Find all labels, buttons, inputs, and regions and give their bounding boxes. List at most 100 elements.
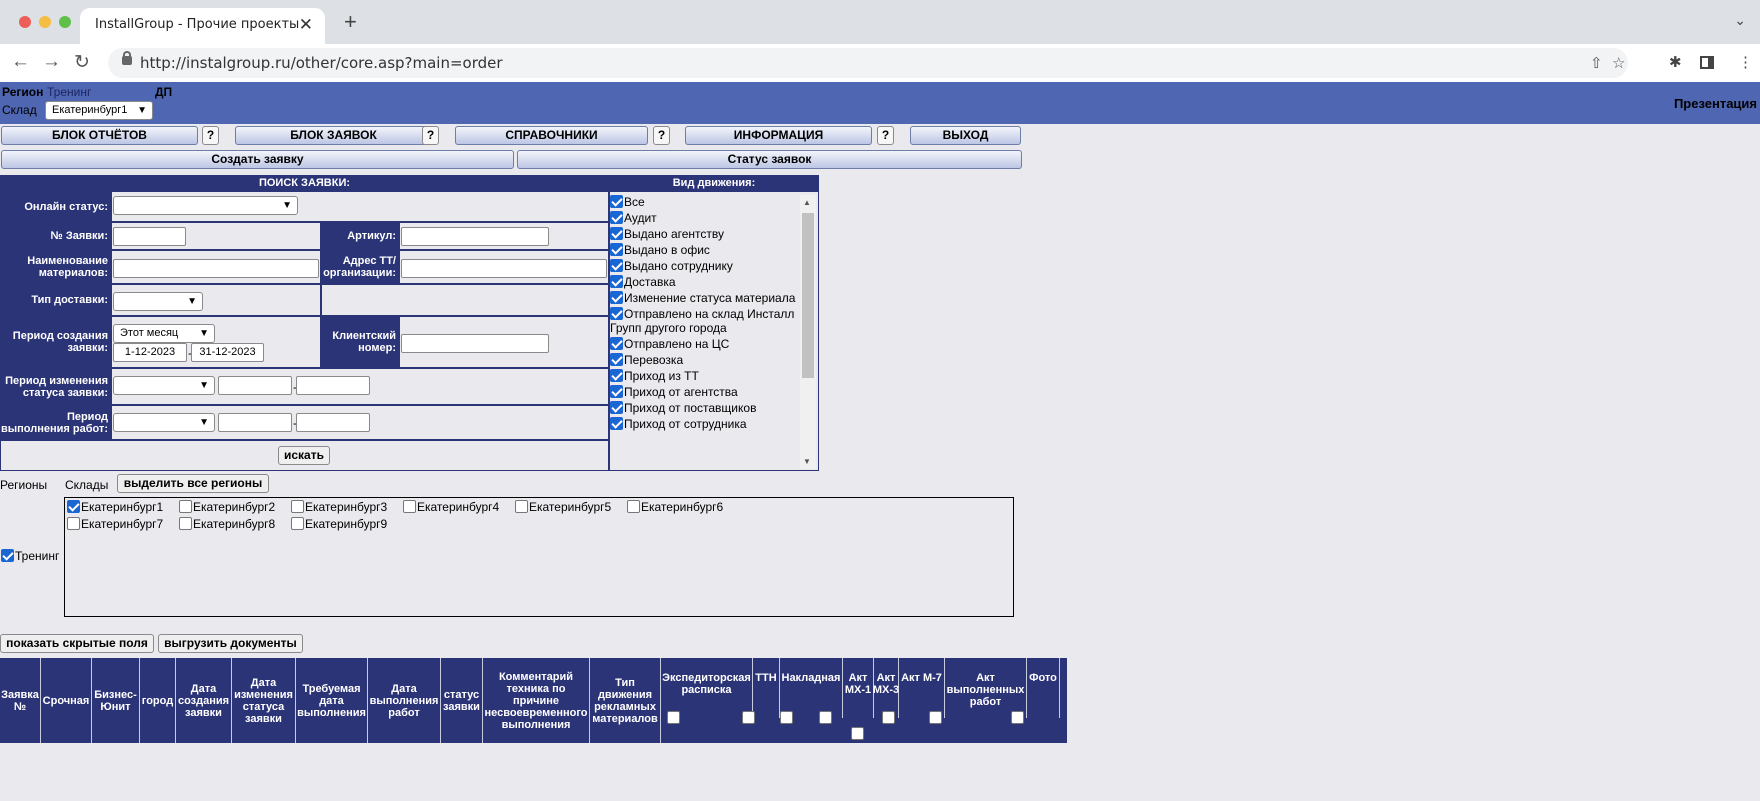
status-change-date-from-input[interactable] <box>218 376 292 395</box>
movement-type-item[interactable]: Перевозка <box>610 353 800 367</box>
warehouse-select[interactable]: Екатеринбург1 ▼ <box>45 101 153 120</box>
work-date-to-input[interactable] <box>296 413 370 432</box>
directories-help-button[interactable]: ? <box>653 126 670 145</box>
movement-type-checkbox[interactable] <box>610 417 623 430</box>
movement-type-item[interactable]: Приход от поставщиков <box>610 401 800 415</box>
material-name-input[interactable] <box>113 259 319 278</box>
movement-type-checkbox[interactable] <box>610 401 623 414</box>
address-bar[interactable]: http://instalgroup.ru/other/core.asp?mai… <box>108 48 1628 78</box>
export-documents-button[interactable]: выгрузить документы <box>158 634 303 653</box>
column-select-checkbox[interactable] <box>780 711 793 724</box>
warehouse-checkbox[interactable] <box>291 500 304 513</box>
warehouse-checkbox[interactable] <box>67 500 80 513</box>
movement-type-item[interactable]: Приход от сотрудника <box>610 417 800 431</box>
reports-menu-button[interactable]: БЛОК ОТЧЁТОВ <box>1 126 198 145</box>
movement-type-checkbox[interactable] <box>610 291 623 304</box>
column-select-checkbox[interactable] <box>819 711 832 724</box>
movement-type-checkbox[interactable] <box>610 243 623 256</box>
warehouse-checkbox[interactable] <box>403 500 416 513</box>
column-select-checkbox[interactable] <box>929 711 942 724</box>
column-select-checkbox[interactable] <box>1011 711 1024 724</box>
warehouse-checkbox[interactable] <box>179 517 192 530</box>
address-input[interactable] <box>401 259 607 278</box>
movement-type-list[interactable]: Все Аудит Выдано агентству Выдано в офис Выд… <box>610 195 800 469</box>
order-number-input[interactable] <box>113 227 186 246</box>
movement-type-checkbox[interactable] <box>610 195 623 208</box>
status-change-date-to-input[interactable] <box>296 376 370 395</box>
scroll-down-icon[interactable]: ▼ <box>803 457 811 466</box>
movement-type-checkbox[interactable] <box>610 227 623 240</box>
movement-type-checkbox[interactable] <box>610 385 623 398</box>
movement-type-item[interactable]: Все <box>610 195 800 209</box>
back-icon[interactable]: ← <box>11 51 30 73</box>
article-input[interactable] <box>401 227 549 246</box>
scrollbar-thumb[interactable] <box>802 213 814 378</box>
column-select-checkbox[interactable] <box>882 711 895 724</box>
minimize-window-icon[interactable] <box>39 16 51 28</box>
directories-menu-button[interactable]: СПРАВОЧНИКИ <box>455 126 648 145</box>
warehouse-item[interactable]: Екатеринбург2 <box>179 500 275 514</box>
orders-menu-button[interactable]: БЛОК ЗАЯВОК <box>235 126 432 145</box>
online-status-select[interactable]: ▼ <box>113 196 298 215</box>
warehouse-item[interactable]: Екатеринбург6 <box>627 500 723 514</box>
movement-scrollbar[interactable]: ▲ ▼ <box>800 195 816 469</box>
search-button[interactable]: искать <box>278 446 330 465</box>
select-all-regions-button[interactable]: выделить все регионы <box>117 474 269 493</box>
information-help-button[interactable]: ? <box>877 126 894 145</box>
warehouse-checkbox[interactable] <box>179 500 192 513</box>
movement-type-checkbox[interactable] <box>610 337 623 350</box>
movement-type-item[interactable]: Отправлено на склад Инсталл Групп другог… <box>610 307 800 335</box>
warehouse-item[interactable]: Екатеринбург5 <box>515 500 611 514</box>
column-select-checkbox[interactable] <box>667 711 680 724</box>
tab-close-icon[interactable]: ✕ <box>299 15 313 35</box>
movement-type-checkbox[interactable] <box>610 307 623 320</box>
movement-type-checkbox[interactable] <box>610 211 623 224</box>
create-order-button[interactable]: Создать заявку <box>1 150 514 169</box>
movement-type-item[interactable]: Приход из ТТ <box>610 369 800 383</box>
warehouse-checkbox[interactable] <box>291 517 304 530</box>
warehouse-item[interactable]: Екатеринбург3 <box>291 500 387 514</box>
created-date-from-input[interactable]: 1-12-2023 <box>113 343 187 362</box>
warehouse-item[interactable]: Екатеринбург7 <box>67 517 163 531</box>
created-date-to-input[interactable]: 31-12-2023 <box>191 343 264 362</box>
show-hidden-fields-button[interactable]: показать скрытые поля <box>0 634 154 653</box>
scroll-up-icon[interactable]: ▲ <box>803 198 811 207</box>
forward-icon[interactable]: → <box>42 51 61 73</box>
work-date-from-input[interactable] <box>218 413 292 432</box>
work-period-select[interactable]: ▼ <box>113 413 215 432</box>
movement-type-item[interactable]: Доставка <box>610 275 800 289</box>
status-change-period-select[interactable]: ▼ <box>113 376 215 395</box>
client-number-input[interactable] <box>401 334 549 353</box>
extensions-icon[interactable]: ✱ <box>1669 53 1682 71</box>
column-select-checkbox[interactable] <box>742 711 755 724</box>
movement-type-checkbox[interactable] <box>610 259 623 272</box>
region-training-checkbox[interactable] <box>1 549 14 562</box>
warehouse-item[interactable]: Екатеринбург1 <box>67 500 163 514</box>
tab-search-icon[interactable]: ⌄ <box>1734 12 1746 29</box>
browser-tab[interactable]: InstallGroup - Прочие проекты ✕ <box>80 8 325 44</box>
delivery-type-select[interactable]: ▼ <box>113 292 203 311</box>
movement-type-item[interactable]: Выдано агентству <box>610 227 800 241</box>
warehouse-checkbox[interactable] <box>515 500 528 513</box>
warehouse-item[interactable]: Екатеринбург8 <box>179 517 275 531</box>
movement-type-item[interactable]: Выдано в офис <box>610 243 800 257</box>
share-icon[interactable]: ⇧ <box>1590 54 1603 72</box>
warehouse-checkbox[interactable] <box>627 500 640 513</box>
bookmark-star-icon[interactable]: ☆ <box>1612 54 1625 72</box>
region-training[interactable]: Тренинг <box>1 549 59 563</box>
maximize-window-icon[interactable] <box>59 16 71 28</box>
new-tab-icon[interactable]: + <box>344 9 357 35</box>
orders-help-button[interactable]: ? <box>422 126 439 145</box>
warehouse-checkbox[interactable] <box>67 517 80 530</box>
presentation-link[interactable]: Презентация <box>1674 96 1757 111</box>
movement-type-item[interactable]: Изменение статуса материала <box>610 291 800 305</box>
order-status-button[interactable]: Статус заявок <box>517 150 1022 169</box>
column-select-checkbox[interactable] <box>851 727 864 740</box>
movement-type-checkbox[interactable] <box>610 369 623 382</box>
browser-menu-icon[interactable]: ⋮ <box>1738 53 1753 71</box>
close-window-icon[interactable] <box>19 16 31 28</box>
movement-type-item[interactable]: Выдано сотруднику <box>610 259 800 273</box>
reports-help-button[interactable]: ? <box>202 126 219 145</box>
warehouse-item[interactable]: Екатеринбург4 <box>403 500 499 514</box>
url-text[interactable]: http://instalgroup.ru/other/core.asp?mai… <box>140 54 503 72</box>
